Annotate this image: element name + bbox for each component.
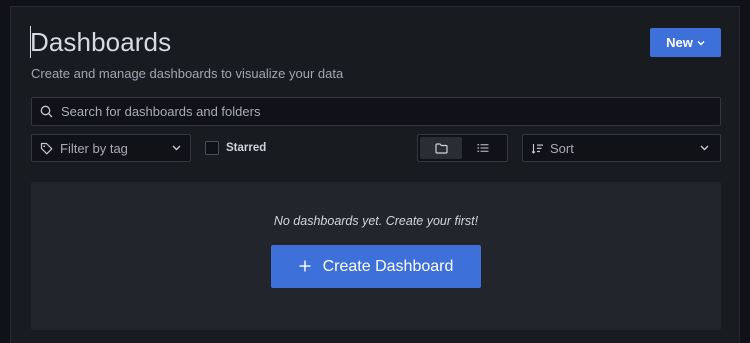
dashboards-page: Dashboards Create and manage dashboards … bbox=[10, 6, 740, 343]
starred-filter[interactable]: Starred bbox=[205, 141, 266, 155]
search-icon bbox=[40, 105, 53, 118]
folder-view-button[interactable] bbox=[420, 137, 462, 159]
search-placeholder: Search for dashboards and folders bbox=[61, 104, 261, 119]
tag-filter-placeholder: Filter by tag bbox=[60, 140, 128, 156]
create-dashboard-button[interactable]: Create Dashboard bbox=[271, 245, 481, 288]
empty-state-message: No dashboards yet. Create your first! bbox=[273, 214, 479, 228]
starred-checkbox[interactable] bbox=[205, 141, 219, 155]
create-dashboard-label: Create Dashboard bbox=[322, 257, 454, 275]
page-subtitle: Create and manage dashboards to visualiz… bbox=[31, 66, 344, 81]
new-button[interactable]: New bbox=[650, 28, 721, 57]
chevron-down-icon bbox=[697, 40, 705, 46]
empty-state-panel: No dashboards yet. Create your first! Cr… bbox=[31, 182, 721, 330]
chevron-down-icon bbox=[700, 145, 709, 151]
sort-placeholder: Sort bbox=[550, 140, 574, 156]
search-input[interactable]: Search for dashboards and folders bbox=[31, 97, 721, 126]
chevron-down-icon bbox=[172, 145, 181, 151]
starred-label: Starred bbox=[226, 142, 267, 154]
page-title: Dashboards bbox=[30, 27, 172, 57]
tag-icon bbox=[40, 142, 53, 155]
folder-icon bbox=[434, 142, 448, 154]
list-icon bbox=[477, 143, 489, 153]
plus-icon bbox=[299, 260, 311, 272]
sort-select[interactable]: Sort bbox=[522, 134, 721, 162]
list-view-button[interactable] bbox=[462, 137, 504, 159]
view-mode-toggle bbox=[417, 134, 508, 162]
new-button-label: New bbox=[666, 35, 693, 50]
sort-icon bbox=[531, 143, 544, 154]
tag-filter-select[interactable]: Filter by tag bbox=[31, 134, 191, 162]
